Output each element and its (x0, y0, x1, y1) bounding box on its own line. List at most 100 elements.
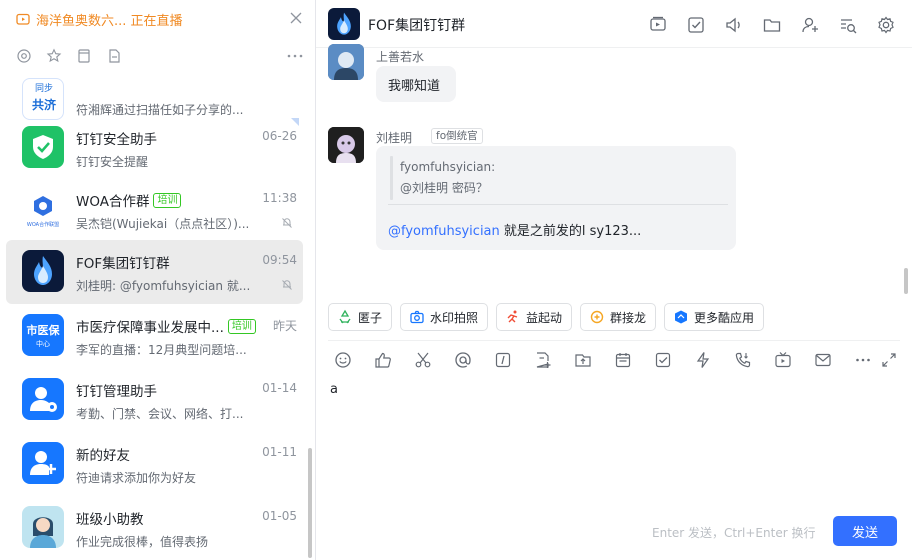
member-role-badge: fo倒统官 (431, 128, 483, 144)
chat-scrollbar[interactable] (904, 268, 908, 294)
avatar: 市医保 中心 (22, 314, 64, 356)
group-avatar[interactable] (328, 8, 360, 40)
folder-icon[interactable] (762, 15, 782, 35)
conversation-preview: 作业完成很棒，值得表扬 (76, 535, 209, 549)
emoji-icon[interactable] (334, 351, 352, 369)
sender-avatar[interactable] (328, 44, 364, 80)
chat-title[interactable]: FOF集团钉钉群 (368, 15, 465, 35)
mute-icon (282, 218, 292, 228)
conversation-title: FOF集团钉钉群 (76, 256, 170, 272)
add-member-icon[interactable] (800, 15, 820, 35)
app-button-yiqidong[interactable]: 益起动 (496, 303, 572, 331)
thumbs-up-icon[interactable] (374, 351, 392, 369)
conversation-item[interactable]: 钉钉安全助手 06-26 钉钉安全提醒 (6, 116, 303, 180)
conversation-item[interactable]: 钉钉管理助手 01-14 考勤、门禁、会议、网络、打... (6, 368, 303, 432)
search-history-icon[interactable] (838, 15, 858, 35)
conversation-item[interactable]: WOA合作联盟 WOA合作群 培训 11:38 吴杰铠(Wujiekai（点点社区… (6, 178, 303, 242)
screen-share-icon[interactable] (648, 15, 668, 35)
avatar-text: 中心 (36, 340, 50, 348)
camera-icon (410, 310, 424, 324)
avatar-text: 同步 (34, 84, 53, 94)
mail-icon[interactable] (814, 351, 832, 369)
conversation-time: 06-26 (262, 129, 297, 143)
message-body: 就是之前发的l sy123... (499, 224, 642, 239)
app-button-watermark-camera[interactable]: 水印拍照 (400, 303, 488, 331)
sender-avatar[interactable] (328, 127, 364, 163)
chat-header: FOF集团钉钉群 (316, 0, 912, 48)
expand-icon[interactable] (880, 351, 898, 369)
live-tv-icon (16, 13, 30, 25)
app-button-nizi[interactable]: 匿子 (328, 303, 392, 331)
conversation-preview: 符迪请求添加你为好友 (76, 471, 197, 485)
avatar (22, 442, 64, 484)
input-divider (328, 340, 900, 341)
app-button-jielong[interactable]: 群接龙 (580, 303, 656, 331)
document-icon[interactable] (106, 48, 122, 64)
conversation-title: 钉钉管理助手 (76, 384, 157, 400)
sender-name: 上善若水 (376, 50, 425, 64)
add-friend-icon (30, 451, 56, 475)
app-label: 水印拍照 (430, 310, 479, 325)
conversation-preview: 李军的直播：12月典型问题培... (76, 343, 247, 357)
apps-cube-icon (675, 310, 687, 324)
photo-avatar-icon (328, 127, 364, 163)
recycle-icon (339, 309, 351, 324)
message-bubble[interactable]: fyomfuhsyician: @刘桂明 密码？ @fyomfuhsyician… (376, 146, 736, 250)
conversation-preview: 钉钉安全提醒 (76, 155, 149, 169)
lightning-icon[interactable] (694, 351, 712, 369)
avatar-text: 共济 (31, 98, 56, 112)
at-mention-icon[interactable] (454, 351, 472, 369)
sidebar-toolbar (0, 44, 315, 68)
conversation-title: WOA合作群 培训 (76, 190, 182, 210)
app-button-more-apps[interactable]: 更多酷应用 (664, 303, 764, 331)
calendar-icon[interactable] (614, 351, 632, 369)
at-icon[interactable] (16, 48, 32, 64)
anime-avatar-icon (328, 44, 364, 80)
italic-format-icon[interactable] (494, 351, 512, 369)
conversation-preview: 吴杰铠(Wujiekai（点点社区）)... (76, 217, 250, 231)
phone-call-icon[interactable] (734, 351, 752, 369)
mention-link[interactable]: @fyomfuhsyician (388, 224, 500, 239)
conversation-title-text: WOA合作群 (76, 194, 150, 210)
task-check-icon[interactable] (654, 351, 672, 369)
close-icon[interactable] (288, 10, 304, 26)
app-label: 更多酷应用 (694, 310, 755, 325)
more-tools-icon[interactable] (854, 351, 872, 369)
announcement-icon[interactable] (724, 15, 744, 35)
more-icon[interactable] (286, 48, 304, 64)
scissors-icon[interactable] (414, 351, 432, 369)
upload-file-icon[interactable] (574, 351, 592, 369)
message-bubble[interactable]: 我哪知道 (376, 66, 456, 102)
conversation-time: 01-11 (262, 445, 297, 459)
app-label: 群接龙 (610, 310, 647, 325)
avatar (22, 378, 64, 420)
conversation-item-active[interactable]: FOF集团钉钉群 09:54 刘桂明: @fyomfuhsyician 就... (6, 240, 303, 304)
star-icon[interactable] (46, 48, 62, 64)
live-banner[interactable]: 海洋鱼奥数六... 正在直播 (0, 0, 315, 38)
live-broadcast-icon[interactable] (774, 351, 792, 369)
send-button[interactable]: 发送 (833, 516, 897, 546)
avatar: 同步 共济 (22, 78, 64, 120)
conversation-time: 11:38 (262, 191, 297, 205)
message-input[interactable]: a (330, 382, 338, 397)
input-toolbar (328, 350, 908, 372)
corner-marker-icon (291, 118, 299, 126)
shield-check-icon (33, 135, 53, 159)
avatar (22, 506, 64, 548)
conversation-title: 班级小助教 (76, 512, 144, 528)
conversation-item[interactable]: 市医保 中心 市医疗保障事业发展中... 培训 昨天 李军的直播：12月典型问题培… (6, 304, 303, 368)
avatar: WOA合作联盟 (22, 188, 64, 230)
sidebar-scrollbar[interactable] (308, 448, 312, 558)
bookmark-icon[interactable] (76, 48, 92, 64)
mute-icon (282, 280, 292, 290)
quote-bar (390, 156, 393, 200)
training-tag: 培训 (153, 192, 182, 208)
gear-icon[interactable] (876, 15, 896, 35)
todo-check-icon[interactable] (686, 15, 706, 35)
conversation-time: 01-14 (262, 381, 297, 395)
conversation-item[interactable]: 新的好友 01-11 符迪请求添加你为好友 (6, 432, 303, 496)
conversation-item[interactable]: 班级小助教 01-05 作业完成很棒，值得表扬 (6, 496, 303, 560)
conversation-sidebar: 海洋鱼奥数六... 正在直播 同步 共济 符湘辉通过扫描任如子分享的... 钉钉… (0, 0, 316, 560)
add-document-icon[interactable] (534, 351, 552, 369)
conversation-time: 昨天 (272, 319, 297, 333)
